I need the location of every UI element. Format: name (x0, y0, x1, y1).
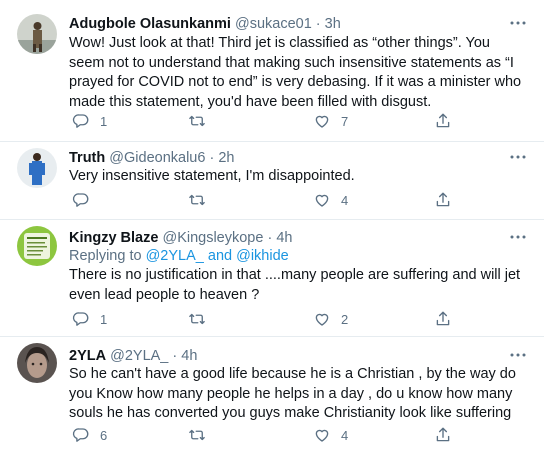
display-name[interactable]: Kingzy Blaze (69, 230, 158, 246)
share-icon (434, 310, 452, 328)
share-button[interactable] (434, 111, 452, 131)
like-button[interactable]: 2 (313, 309, 348, 329)
retweet-button[interactable] (188, 111, 216, 131)
user-handle[interactable]: @Kingsleykope (162, 230, 263, 246)
share-icon (434, 191, 452, 209)
reply-button[interactable]: 1 (72, 111, 107, 131)
like-icon (313, 112, 331, 130)
share-button[interactable] (434, 425, 452, 445)
tweet-header: Kingzy Blaze @Kingsleykope · 4h (69, 229, 293, 247)
tweet-text: Very insensitive statement, I'm disappoi… (69, 168, 355, 184)
display-name[interactable]: Adugbole Olasunkanmi (69, 16, 231, 32)
share-button[interactable] (434, 309, 452, 329)
separator: · (315, 16, 321, 32)
tweet[interactable]: 2YLA @2YLA_ · 4h So he can't have a good… (0, 337, 544, 457)
like-count: 2 (341, 311, 349, 327)
tweet-text: So he can't have a good life because he … (69, 366, 516, 421)
tweet[interactable]: Adugbole Olasunkanmi @sukace01 · 3h Wow!… (0, 0, 544, 142)
retweet-icon (188, 310, 206, 328)
reply-count: 1 (100, 113, 108, 129)
reply-icon (72, 191, 90, 209)
tweet[interactable]: Kingzy Blaze @Kingsleykope · 4h Replying… (0, 220, 544, 337)
retweet-button[interactable] (188, 309, 216, 329)
more-icon[interactable] (508, 228, 528, 246)
timestamp[interactable]: 2h (218, 150, 234, 166)
avatar[interactable] (17, 14, 57, 54)
mention-link[interactable]: @2YLA_ (146, 248, 204, 264)
avatar[interactable] (17, 343, 57, 383)
retweet-button[interactable] (188, 425, 216, 445)
timestamp[interactable]: 4h (276, 230, 292, 246)
share-button[interactable] (434, 190, 452, 210)
separator: · (267, 230, 273, 246)
avatar[interactable] (17, 148, 57, 188)
tweet-actions: 6 4 (69, 425, 469, 445)
like-button[interactable]: 7 (313, 111, 348, 131)
reply-icon (72, 426, 90, 444)
avatar[interactable] (17, 226, 57, 266)
tweet-text: Wow! Just look at that! Third jet is cla… (69, 35, 522, 110)
more-icon[interactable] (508, 14, 528, 32)
tweet-header: 2YLA @2YLA_ · 4h (69, 347, 197, 365)
share-icon (434, 112, 452, 130)
separator: · (209, 150, 215, 166)
retweet-icon (188, 191, 206, 209)
display-name[interactable]: 2YLA (69, 348, 106, 364)
retweet-icon (188, 112, 206, 130)
like-icon (313, 426, 331, 444)
like-button[interactable]: 4 (313, 190, 348, 210)
replying-to-label: Replying to (69, 248, 142, 264)
reply-icon (72, 310, 90, 328)
like-count: 7 (341, 113, 349, 129)
tweet-actions: 4 (69, 190, 469, 210)
tweet[interactable]: Truth @Gideonkalu6 · 2h Very insensitive… (0, 142, 544, 220)
like-button[interactable]: 4 (313, 425, 348, 445)
timestamp[interactable]: 4h (181, 348, 197, 364)
like-count: 4 (341, 427, 349, 443)
like-icon (313, 191, 331, 209)
tweet-actions: 1 7 (69, 111, 469, 131)
display-name[interactable]: Truth (69, 150, 105, 166)
reply-feed: Adugbole Olasunkanmi @sukace01 · 3h Wow!… (0, 0, 544, 457)
retweet-icon (188, 426, 206, 444)
user-handle[interactable]: @2YLA_ (110, 348, 168, 364)
user-handle[interactable]: @sukace01 (235, 16, 312, 32)
reply-button[interactable]: 1 (72, 309, 107, 329)
reply-button[interactable]: 6 (72, 425, 107, 445)
tweet-text: There is no justification in that ....ma… (69, 267, 521, 303)
reply-count: 6 (100, 427, 108, 443)
timestamp[interactable]: 3h (325, 16, 341, 32)
reply-button[interactable] (72, 190, 100, 210)
retweet-button[interactable] (188, 190, 216, 210)
mention-link[interactable]: @ikhide (236, 248, 289, 264)
user-handle[interactable]: @Gideonkalu6 (109, 150, 205, 166)
tweet-header: Truth @Gideonkalu6 · 2h (69, 149, 234, 167)
like-icon (313, 310, 331, 328)
replying-to: Replying to @2YLA_ and @ikhide (69, 247, 289, 265)
tweet-header: Adugbole Olasunkanmi @sukace01 · 3h (69, 15, 341, 33)
tweet-actions: 1 2 (69, 309, 469, 329)
more-icon[interactable] (508, 148, 528, 166)
reply-icon (72, 112, 90, 130)
share-icon (434, 426, 452, 444)
more-icon[interactable] (508, 346, 528, 364)
replying-to-conjunction[interactable]: and (208, 248, 232, 264)
separator: · (172, 348, 178, 364)
reply-count: 1 (100, 311, 108, 327)
like-count: 4 (341, 192, 349, 208)
